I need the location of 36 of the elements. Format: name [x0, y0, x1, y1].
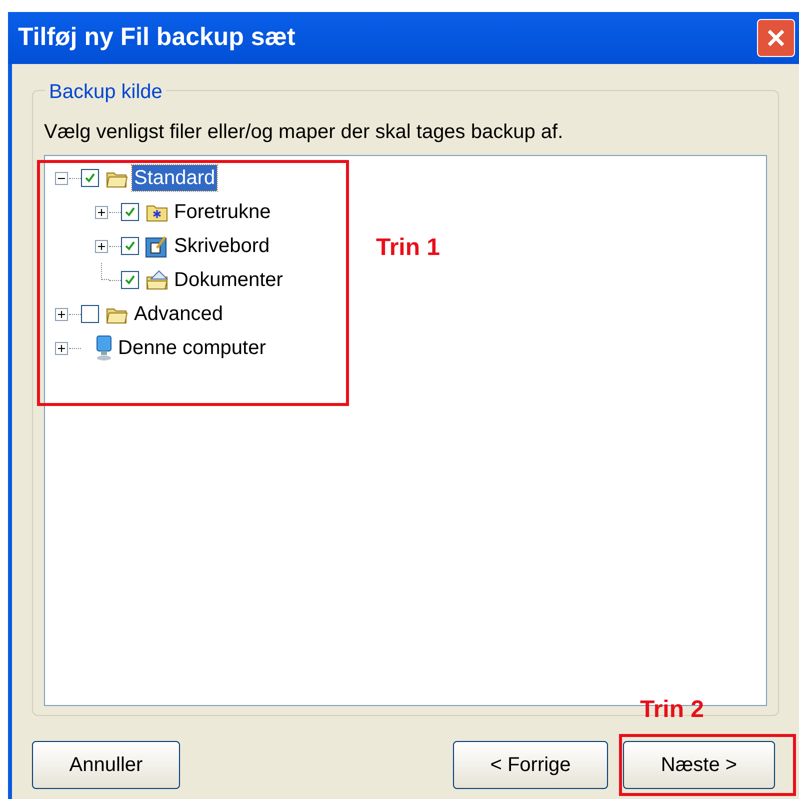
- desktop-icon: [145, 234, 169, 258]
- close-button[interactable]: [757, 19, 795, 57]
- tree-item[interactable]: Dokumenter: [172, 267, 285, 293]
- next-button[interactable]: Næste >: [623, 741, 775, 789]
- annotation-label: Trin 2: [640, 695, 704, 725]
- collapse-toggle[interactable]: [54, 172, 68, 184]
- checkbox[interactable]: [81, 169, 99, 187]
- plus-icon: [56, 344, 66, 352]
- checkbox[interactable]: [121, 271, 139, 289]
- tree-item[interactable]: Denne computer: [116, 335, 268, 361]
- tree-item[interactable]: Skrivebord: [172, 233, 272, 259]
- expand-toggle[interactable]: [54, 342, 68, 354]
- expand-toggle[interactable]: [94, 240, 108, 252]
- close-icon: [766, 28, 786, 48]
- expand-toggle[interactable]: [94, 206, 108, 218]
- plus-icon: [56, 310, 66, 318]
- checkmark-icon: [124, 206, 136, 218]
- plus-icon: [96, 208, 106, 216]
- documents-folder-icon: [145, 269, 169, 291]
- checkmark-icon: [84, 172, 96, 184]
- tree-item[interactable]: Foretrukne: [172, 199, 273, 225]
- plus-icon: [96, 242, 106, 250]
- checkbox[interactable]: [81, 305, 99, 323]
- cancel-button[interactable]: Annuller: [32, 741, 180, 789]
- expand-toggle[interactable]: [54, 308, 68, 320]
- annotation-label: Trin 1: [376, 233, 440, 263]
- computer-icon: [95, 335, 113, 361]
- window-title: Tilføj ny Fil backup sæt: [18, 22, 296, 54]
- checkbox[interactable]: [121, 203, 139, 221]
- tree-item[interactable]: Standard: [132, 165, 218, 191]
- back-button[interactable]: < Forrige: [453, 741, 608, 789]
- tree-item[interactable]: Advanced: [132, 301, 225, 327]
- checkmark-icon: [124, 274, 136, 286]
- instruction-text: Vælg venligst filer eller/og maper der skal tages backup af.: [44, 120, 564, 145]
- checkmark-icon: [124, 240, 136, 252]
- checkbox[interactable]: [121, 237, 139, 255]
